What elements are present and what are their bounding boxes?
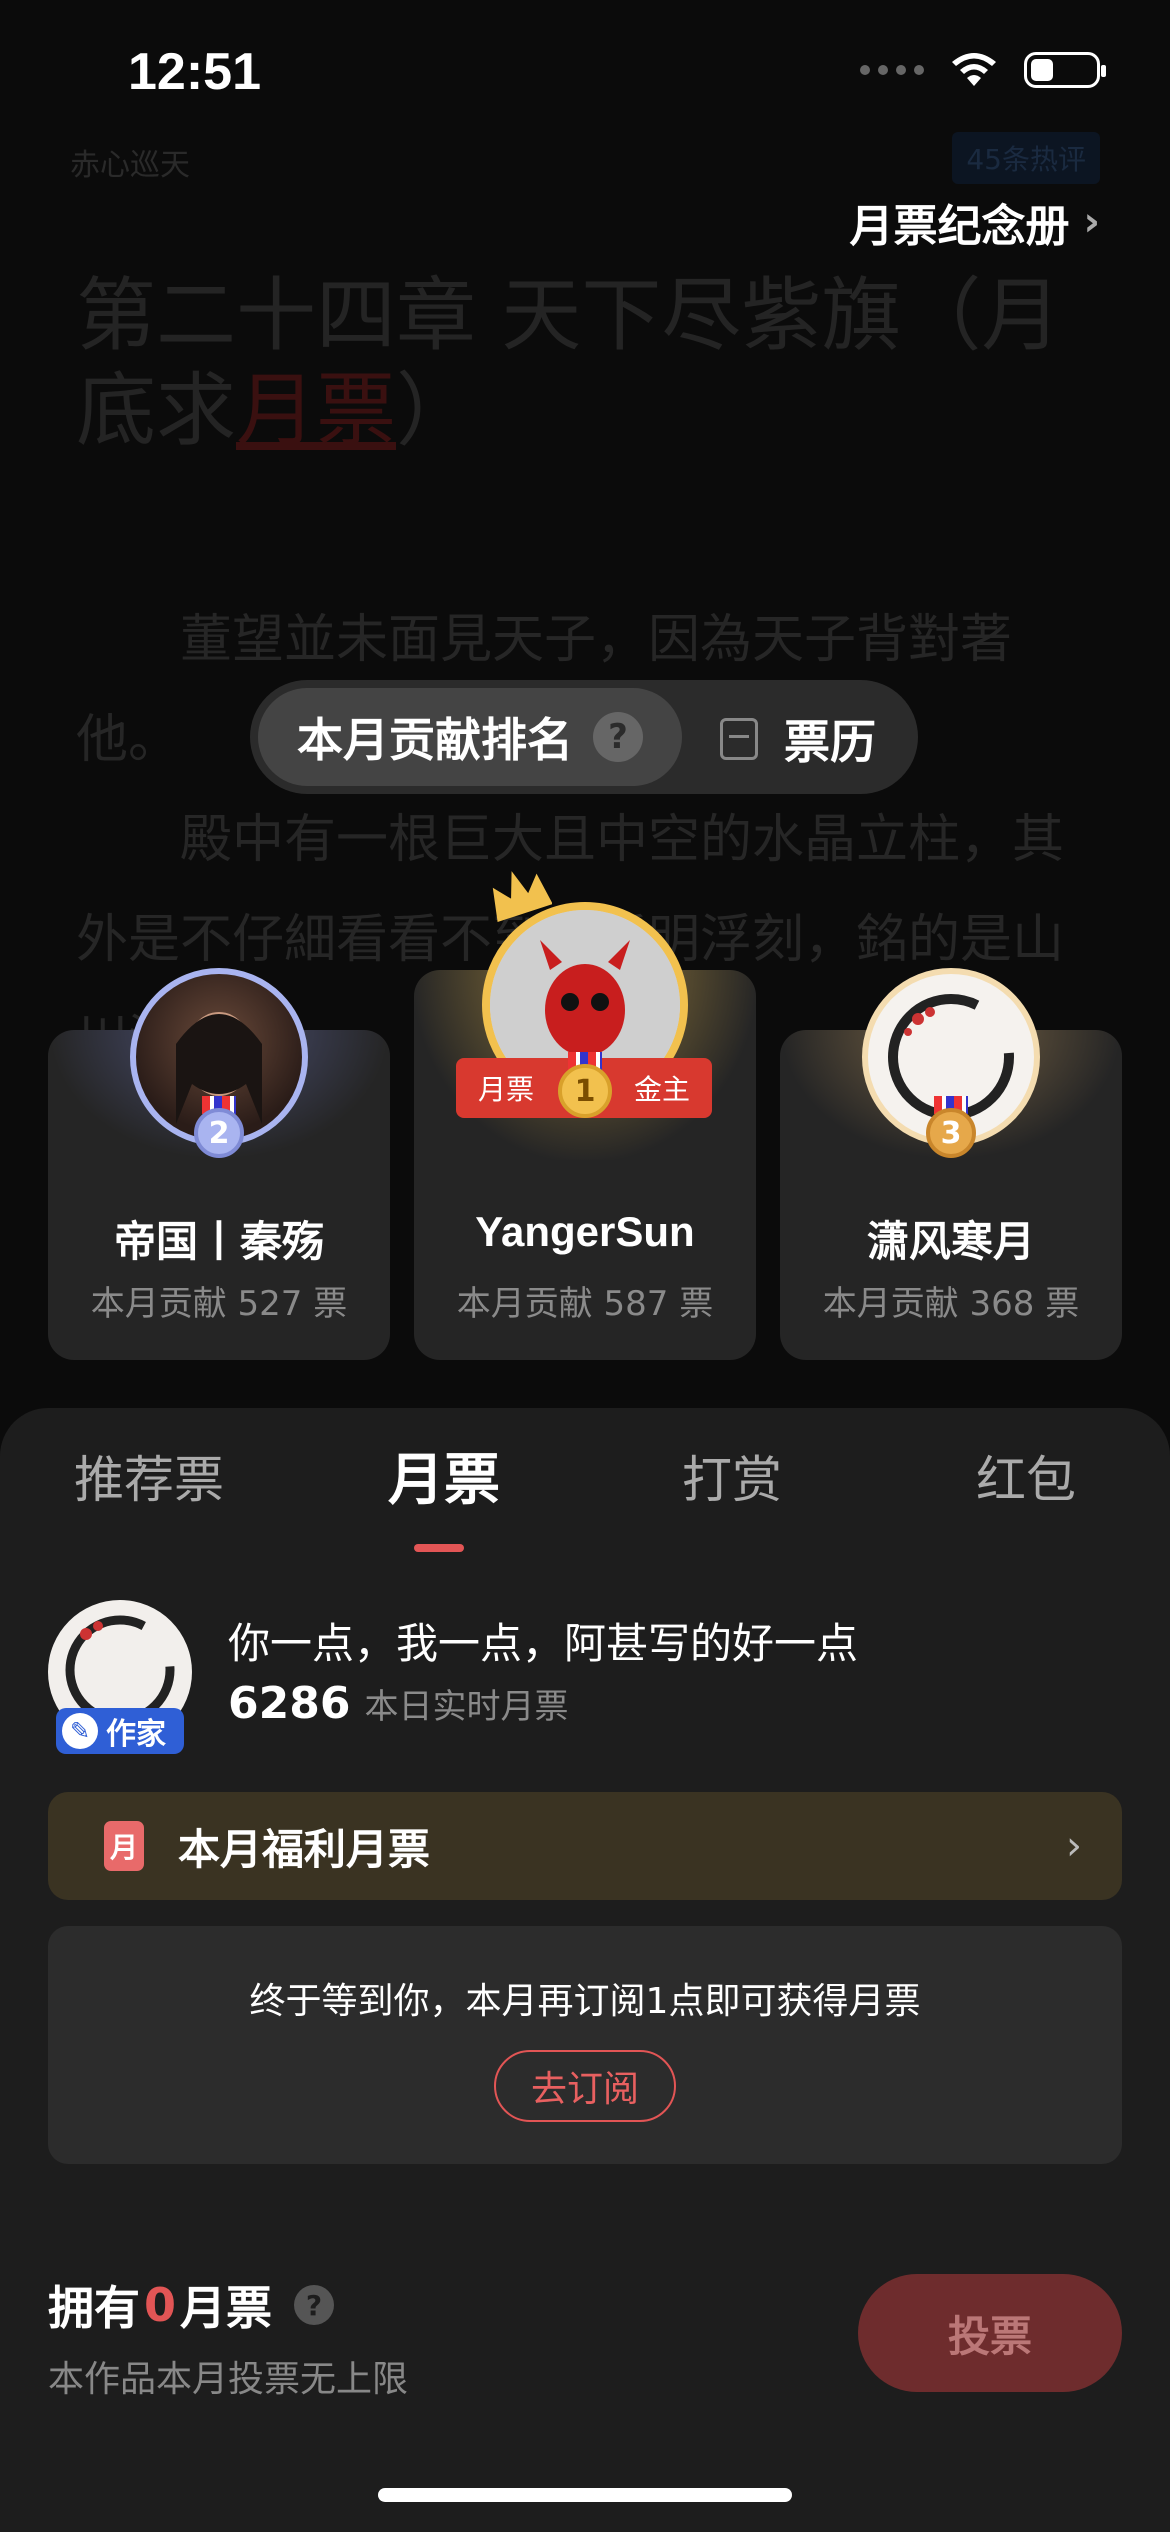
rank-medal-1: 1 (558, 1064, 612, 1118)
ranking-name: YangerSun (475, 1208, 695, 1255)
owned-suffix: 月票 (180, 2281, 273, 2335)
status-time: 12:51 (128, 43, 261, 101)
comments-badge: 45条热评 (952, 132, 1100, 184)
crown-icon (492, 871, 552, 922)
wifi-icon (952, 53, 996, 86)
tab-monthly-contribution-ranking[interactable]: 本月贡献排名 ? (258, 688, 682, 786)
home-indicator (378, 2488, 792, 2502)
owned-tickets: 拥有 0 月票 ? (48, 2272, 335, 2338)
daily-ticket-count: 6286 (228, 1678, 351, 1729)
ribbon-right-label: 金主 (633, 1073, 690, 1106)
go-subscribe-button[interactable]: 去订阅 (494, 2050, 676, 2122)
subscribe-prompt-card (48, 1926, 1122, 2164)
tab-reward[interactable]: 打赏 (682, 1440, 782, 1512)
author-badge-label: 作家 (106, 1717, 166, 1752)
ranking-contribution: 本月贡献 587 票 (456, 1284, 714, 1324)
book-meta: 赤心巡天 (70, 148, 190, 183)
author-daily-count: 6286 本日实时月票 (228, 1678, 568, 1729)
tab-red-packet[interactable]: 红包 (976, 1440, 1076, 1512)
ranking-contribution: 本月贡献 368 票 (822, 1284, 1080, 1324)
vote-button[interactable]: 投票 (858, 2274, 1122, 2392)
album-link-label: 月票纪念册 (849, 201, 1070, 252)
monthly-ticket-album-link[interactable]: 月票纪念册 › (850, 190, 1100, 254)
battery-icon (1024, 52, 1106, 88)
chevron-right-icon: › (1083, 199, 1100, 245)
tab-recommend-ticket[interactable]: 推荐票 (74, 1440, 224, 1512)
author-badge: ✎ 作家 (56, 1708, 184, 1754)
ticket-icon: 月 (104, 1821, 144, 1871)
monthly-welfare-ticket-row[interactable]: 月 本月福利月票 › (48, 1792, 1122, 1900)
subscribe-message: 终于等到你，本月再订阅1点即可获得月票 (249, 1981, 921, 2022)
tab-monthly-ticket[interactable]: 月票 (388, 1435, 500, 1516)
status-icons (860, 52, 1106, 88)
help-icon[interactable]: ? (593, 712, 643, 762)
ranking-name: 帝国丨秦殇 (113, 1217, 324, 1266)
cellular-signal-icon (860, 65, 924, 75)
rank-medal-2: 2 (194, 1108, 244, 1158)
daily-ticket-label: 本日实时月票 (364, 1687, 569, 1727)
chapter-title: 第二十四章 天下尽紫旗（月底求月票） (76, 269, 1062, 457)
rank-medal-3: 3 (926, 1108, 976, 1158)
owned-count: 0 (144, 2278, 177, 2332)
ranking-contribution: 本月贡献 527 票 (90, 1284, 348, 1324)
ribbon-left-label: 月票 (478, 1073, 535, 1106)
vote-limit-note: 本作品本月投票无上限 (48, 2359, 409, 2400)
segment-label: 本月贡献排名 (297, 713, 573, 767)
segment-label: 票历 (784, 715, 876, 769)
chevron-right-icon: › (1066, 1823, 1082, 1869)
help-icon[interactable]: ? (294, 2285, 335, 2325)
author-quote: 你一点，我一点，阿甚写的好一点 (228, 1619, 859, 1668)
calendar-icon (720, 718, 758, 760)
ranking-name: 潇风寒月 (866, 1217, 1035, 1266)
active-tab-indicator (414, 1544, 464, 1552)
pen-icon: ✎ (62, 1713, 98, 1749)
tab-ticket-history[interactable]: 票历 (720, 690, 876, 788)
owned-prefix: 拥有 (48, 2281, 140, 2335)
welfare-label: 本月福利月票 (178, 1824, 431, 1874)
